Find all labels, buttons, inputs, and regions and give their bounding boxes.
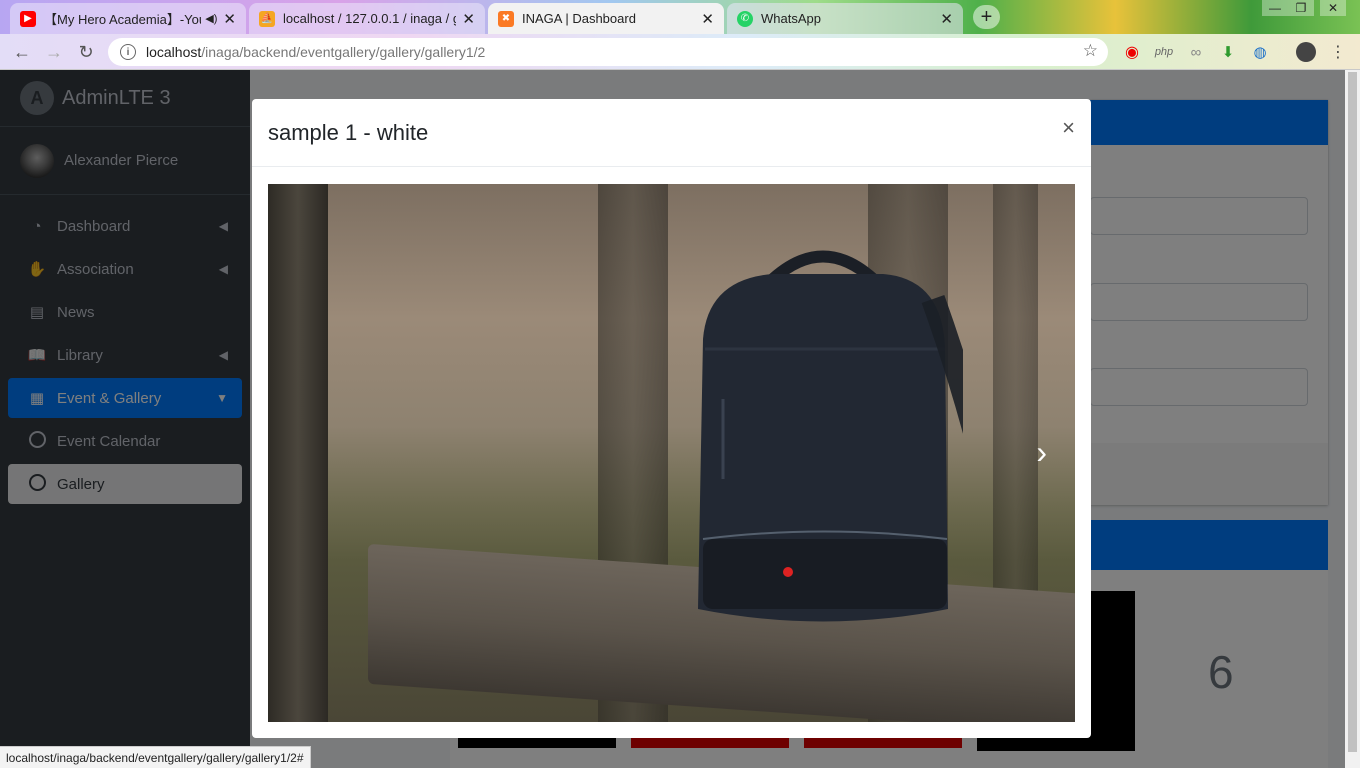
browser-tab-youtube[interactable]: ▶ 【My Hero Academia】-You S ◀) ✕	[10, 3, 246, 34]
close-tab-icon[interactable]: ✕	[940, 10, 953, 28]
whatsapp-icon: ✆	[737, 10, 753, 27]
image-modal: sample 1 - white × ›	[252, 99, 1091, 738]
gallery-photo: ›	[268, 184, 1075, 722]
browser-tab-whatsapp[interactable]: ✆ WhatsApp ✕	[727, 3, 963, 34]
phpmyadmin-icon: ⛵	[259, 10, 275, 27]
infinity-extension-icon[interactable]: ∞	[1186, 42, 1206, 62]
modal-header: sample 1 - white ×	[252, 99, 1091, 167]
globe-extension-icon[interactable]: ◍	[1250, 42, 1270, 62]
close-icon[interactable]: ×	[1062, 115, 1075, 141]
backpack-image	[698, 250, 963, 622]
url-field[interactable]: i localhost/inaga/backend/eventgallery/g…	[108, 38, 1108, 66]
opera-extension-icon[interactable]: ◉	[1122, 42, 1142, 62]
browser-tab-phpmyadmin[interactable]: ⛵ localhost / 127.0.0.1 / inaga / gal ✕	[249, 3, 485, 34]
tab-title: INAGA | Dashboard	[522, 11, 636, 26]
back-icon[interactable]: ←	[10, 40, 34, 64]
download-extension-icon[interactable]: ⬇	[1218, 42, 1238, 62]
next-arrow-icon[interactable]: ›	[1036, 434, 1047, 471]
close-tab-icon[interactable]: ✕	[223, 10, 236, 28]
modal-title: sample 1 - white	[268, 119, 429, 145]
tab-title: 【My Hero Academia】-You S	[44, 12, 202, 27]
close-window-icon[interactable]: ✕	[1320, 0, 1346, 16]
tab-title: WhatsApp	[761, 11, 821, 26]
menu-icon[interactable]: ⋮	[1328, 42, 1348, 62]
browser-tab-inaga[interactable]: ✖ INAGA | Dashboard ✕	[488, 3, 724, 34]
url-path: /inaga/backend/eventgallery/gallery/gall…	[201, 44, 486, 60]
reload-icon[interactable]: ↻	[74, 40, 98, 64]
modal-body: ›	[268, 184, 1075, 722]
profile-avatar-icon[interactable]	[1296, 42, 1316, 62]
scrollbar-thumb[interactable]	[1348, 72, 1357, 752]
tab-title: localhost / 127.0.0.1 / inaga / gal	[283, 11, 457, 26]
info-icon[interactable]: i	[120, 44, 136, 60]
close-tab-icon[interactable]: ✕	[701, 10, 714, 28]
minimize-icon[interactable]: —	[1262, 0, 1288, 16]
url-host: localhost	[146, 44, 202, 60]
browser-tab-bar: ▶ 【My Hero Academia】-You S ◀) ✕ ⛵ localh…	[0, 0, 1360, 34]
status-bar-url: localhost/inaga/backend/eventgallery/gal…	[0, 746, 311, 768]
page-scrollbar[interactable]	[1345, 70, 1360, 768]
youtube-icon: ▶	[20, 10, 36, 27]
tree-trunk	[268, 184, 328, 722]
php-extension-icon[interactable]: php	[1154, 42, 1174, 62]
address-toolbar: ← → ↻ i localhost/inaga/backend/eventgal…	[0, 34, 1360, 70]
new-tab-button[interactable]: +	[973, 5, 1000, 29]
close-tab-icon[interactable]: ✕	[462, 10, 475, 28]
bookmark-star-icon[interactable]: ☆	[1083, 41, 1098, 61]
xampp-icon: ✖	[498, 10, 514, 27]
forward-icon[interactable]: →	[42, 40, 66, 64]
restore-icon[interactable]: ❐	[1288, 0, 1314, 16]
speaker-icon[interactable]: ◀)	[205, 12, 217, 25]
